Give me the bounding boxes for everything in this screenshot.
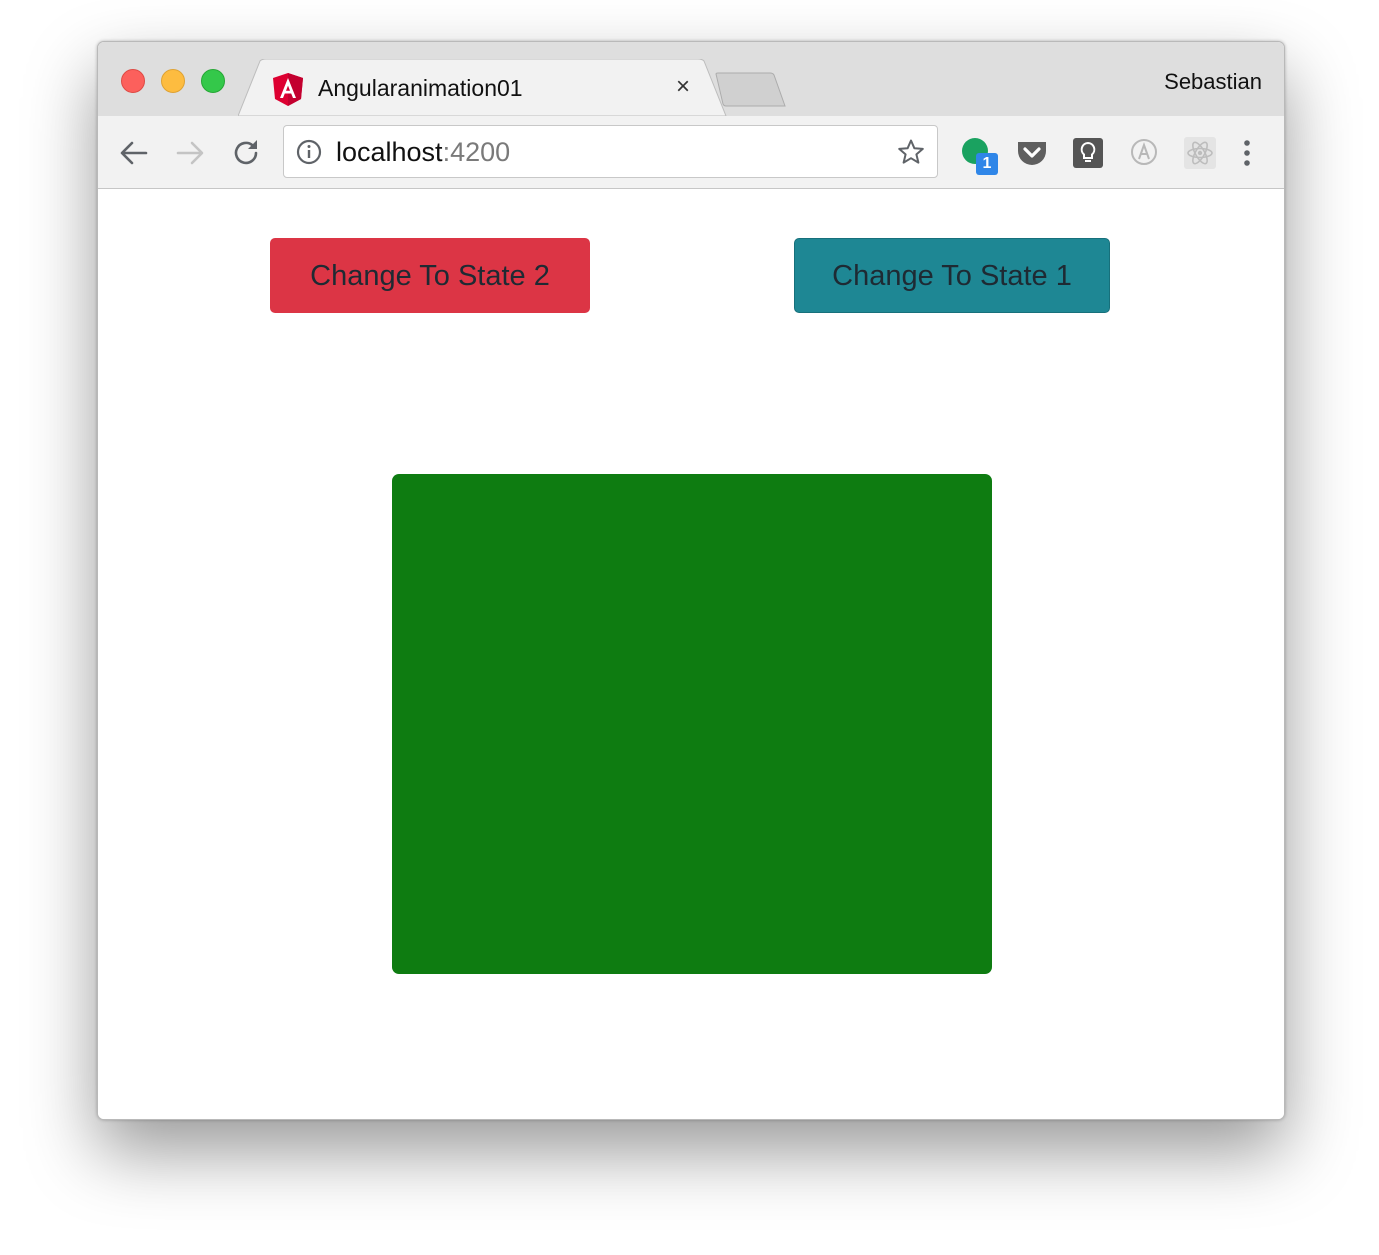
window-minimize-button[interactable]: [161, 69, 185, 93]
browser-window: Angularanimation01 × Sebastian localhost…: [97, 41, 1285, 1120]
pocket-icon[interactable]: [1015, 136, 1049, 170]
arrow-left-icon: [120, 141, 148, 165]
angular-icon: [273, 73, 303, 106]
new-tab-button[interactable]: [715, 72, 787, 108]
back-button[interactable]: [118, 137, 150, 169]
browser-toolbar: localhost:4200 1: [98, 116, 1284, 189]
forward-button[interactable]: [174, 137, 206, 169]
a-circle-icon[interactable]: [1128, 136, 1160, 168]
url-text[interactable]: localhost:4200: [336, 138, 510, 166]
react-atom-icon[interactable]: [1183, 136, 1217, 170]
title-bar: Angularanimation01 × Sebastian: [98, 42, 1284, 117]
profile-name[interactable]: Sebastian: [1164, 69, 1262, 95]
animated-box: [392, 474, 992, 974]
more-menu-icon[interactable]: [1235, 136, 1259, 170]
reload-icon: [234, 140, 258, 165]
address-bar[interactable]: localhost:4200: [283, 125, 938, 178]
page-content: Change To State 2 Change To State 1: [98, 189, 1284, 1119]
info-icon[interactable]: [296, 139, 322, 165]
lightbulb-icon[interactable]: [1071, 136, 1105, 170]
url-port: :4200: [442, 137, 511, 167]
extension-badge: 1: [976, 153, 998, 175]
tab-close-button[interactable]: ×: [672, 75, 694, 99]
tab-title: Angularanimation01: [318, 75, 523, 101]
change-to-state-1-button[interactable]: Change To State 1: [794, 238, 1110, 313]
star-icon[interactable]: [897, 138, 925, 166]
url-host: localhost: [336, 137, 443, 167]
window-maximize-button[interactable]: [201, 69, 225, 93]
reload-button[interactable]: [230, 137, 262, 169]
arrow-right-icon: [176, 141, 204, 165]
change-to-state-2-button[interactable]: Change To State 2: [270, 238, 590, 313]
window-close-button[interactable]: [121, 69, 145, 93]
